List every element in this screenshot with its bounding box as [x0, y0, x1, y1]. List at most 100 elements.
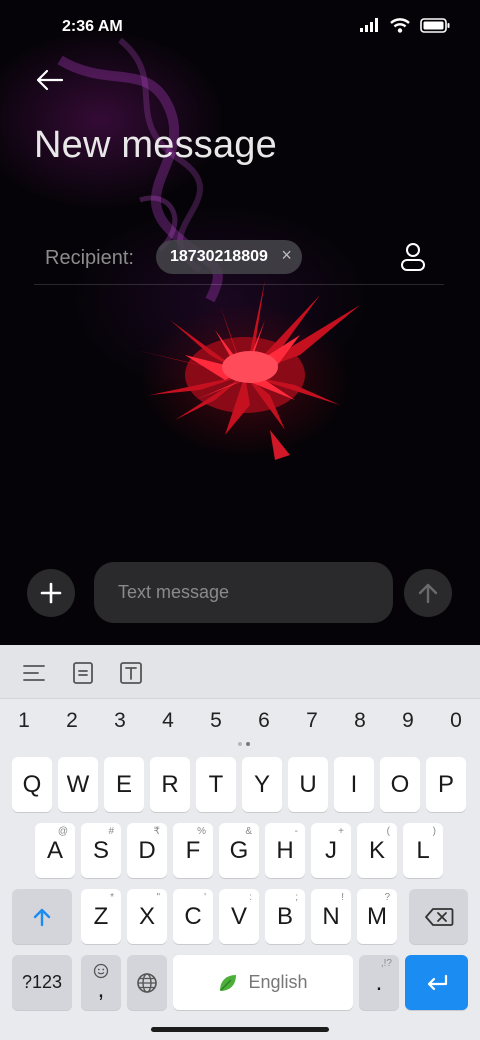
menu-lines-icon[interactable]	[22, 661, 46, 685]
number-key[interactable]: 9	[388, 709, 428, 733]
key-label: V	[230, 902, 247, 930]
page-title: New message	[34, 124, 277, 166]
space-key[interactable]: English	[173, 955, 353, 1010]
key-hint: @	[57, 826, 68, 837]
key-e[interactable]: E	[104, 757, 144, 812]
number-key[interactable]: 1	[4, 709, 44, 733]
shift-arrow-icon	[33, 908, 51, 926]
key-hint: !	[341, 892, 344, 903]
home-indicator[interactable]	[151, 1027, 329, 1032]
number-key[interactable]: 0	[436, 709, 476, 733]
globe-icon	[137, 972, 157, 993]
back-button[interactable]	[34, 66, 66, 94]
clipboard-icon[interactable]	[71, 661, 95, 685]
period-key[interactable]: ,!? .	[359, 955, 399, 1010]
key-b[interactable]: ; B	[265, 889, 305, 944]
key-label: G	[229, 836, 249, 864]
number-key[interactable]: 5	[196, 709, 236, 733]
key-x[interactable]: " X	[127, 889, 167, 944]
key-s[interactable]: # S	[81, 823, 121, 878]
key-label: X	[138, 902, 155, 930]
backspace-icon	[424, 907, 453, 926]
chip-remove-icon[interactable]: ×	[281, 245, 292, 266]
key-label: J	[325, 836, 337, 864]
contact-picker-button[interactable]	[400, 242, 426, 277]
signal-icon	[360, 18, 378, 32]
recipient-chip-number: 18730218809	[170, 248, 268, 265]
send-arrow-icon	[418, 583, 438, 604]
key-l[interactable]: ) L	[403, 823, 443, 878]
key-r[interactable]: R	[150, 757, 190, 812]
add-attachment-button[interactable]	[27, 569, 75, 617]
battery-icon	[420, 17, 450, 33]
key-hint: *	[110, 892, 114, 903]
number-key[interactable]: 2	[52, 709, 92, 733]
key-g[interactable]: & G	[219, 823, 259, 878]
key-c[interactable]: ' C	[173, 889, 213, 944]
contact-icon	[401, 243, 425, 271]
key-a[interactable]: @ A	[35, 823, 75, 878]
symbols-key[interactable]: ?123	[12, 955, 72, 1010]
message-input[interactable]	[94, 562, 393, 623]
number-key[interactable]: 7	[292, 709, 332, 733]
plus-icon	[40, 582, 62, 604]
key-n[interactable]: ! N	[311, 889, 351, 944]
key-f[interactable]: % F	[173, 823, 213, 878]
recipient-field[interactable]: Recipient: 18730218809 ×	[34, 236, 444, 285]
key-hint: :	[249, 892, 252, 903]
send-button[interactable]	[404, 569, 452, 617]
language-key[interactable]	[127, 955, 167, 1010]
key-p[interactable]: P	[426, 757, 466, 812]
space-key-label: English	[248, 972, 308, 992]
key-i[interactable]: I	[334, 757, 374, 812]
key-label: A	[46, 836, 63, 864]
page-indicator-dots	[238, 742, 250, 746]
emoji-icon	[93, 963, 109, 979]
number-key[interactable]: 4	[148, 709, 188, 733]
key-hint: )	[432, 826, 436, 837]
wifi-icon	[390, 18, 410, 33]
key-t[interactable]: T	[196, 757, 236, 812]
key-hint: (	[386, 826, 390, 837]
recipient-label: Recipient:	[45, 247, 134, 269]
key-label: F	[185, 836, 201, 864]
key-hint: "	[156, 892, 160, 903]
key-hint: +	[338, 826, 344, 837]
key-hint: %	[197, 826, 206, 837]
key-hint: -	[294, 826, 298, 837]
key-u[interactable]: U	[288, 757, 328, 812]
key-hint: ;	[295, 892, 298, 903]
key-h[interactable]: -H	[265, 823, 305, 878]
comma-key[interactable]: ,	[81, 955, 121, 1010]
enter-key[interactable]	[405, 955, 468, 1010]
key-z[interactable]: * Z	[81, 889, 121, 944]
key-hint: #	[108, 826, 114, 837]
key-k[interactable]: (K	[357, 823, 397, 878]
messaging-screen: 2:36 AM New message Recipient: 187302188…	[0, 0, 480, 645]
key-j[interactable]: + J	[311, 823, 351, 878]
shift-key[interactable]	[12, 889, 72, 944]
message-text-field[interactable]	[94, 562, 393, 623]
key-label: S	[92, 836, 109, 864]
backspace-key[interactable]	[409, 889, 468, 944]
comma-label: ,	[97, 975, 105, 1003]
key-o[interactable]: O	[380, 757, 420, 812]
key-w[interactable]: W	[58, 757, 98, 812]
number-key[interactable]: 6	[244, 709, 284, 733]
key-y[interactable]: Y	[242, 757, 282, 812]
key-label: N	[322, 902, 340, 930]
text-format-icon[interactable]	[119, 661, 143, 685]
number-key[interactable]: 3	[100, 709, 140, 733]
key-m[interactable]: ? M	[357, 889, 397, 944]
key-d[interactable]: ₹ D	[127, 823, 167, 878]
key-v[interactable]: :V	[219, 889, 259, 944]
key-hint: &	[245, 826, 252, 837]
wallpaper-flower-image	[57, 37, 360, 460]
recipient-chip[interactable]: 18730218809 ×	[156, 240, 302, 274]
key-q[interactable]: Q	[12, 757, 52, 812]
key-hint: ₹	[153, 826, 160, 837]
status-bar: 2:36 AM	[0, 0, 480, 56]
key-label: B	[276, 902, 293, 930]
number-key[interactable]: 8	[340, 709, 380, 733]
period-hint: ,!?	[380, 958, 392, 969]
